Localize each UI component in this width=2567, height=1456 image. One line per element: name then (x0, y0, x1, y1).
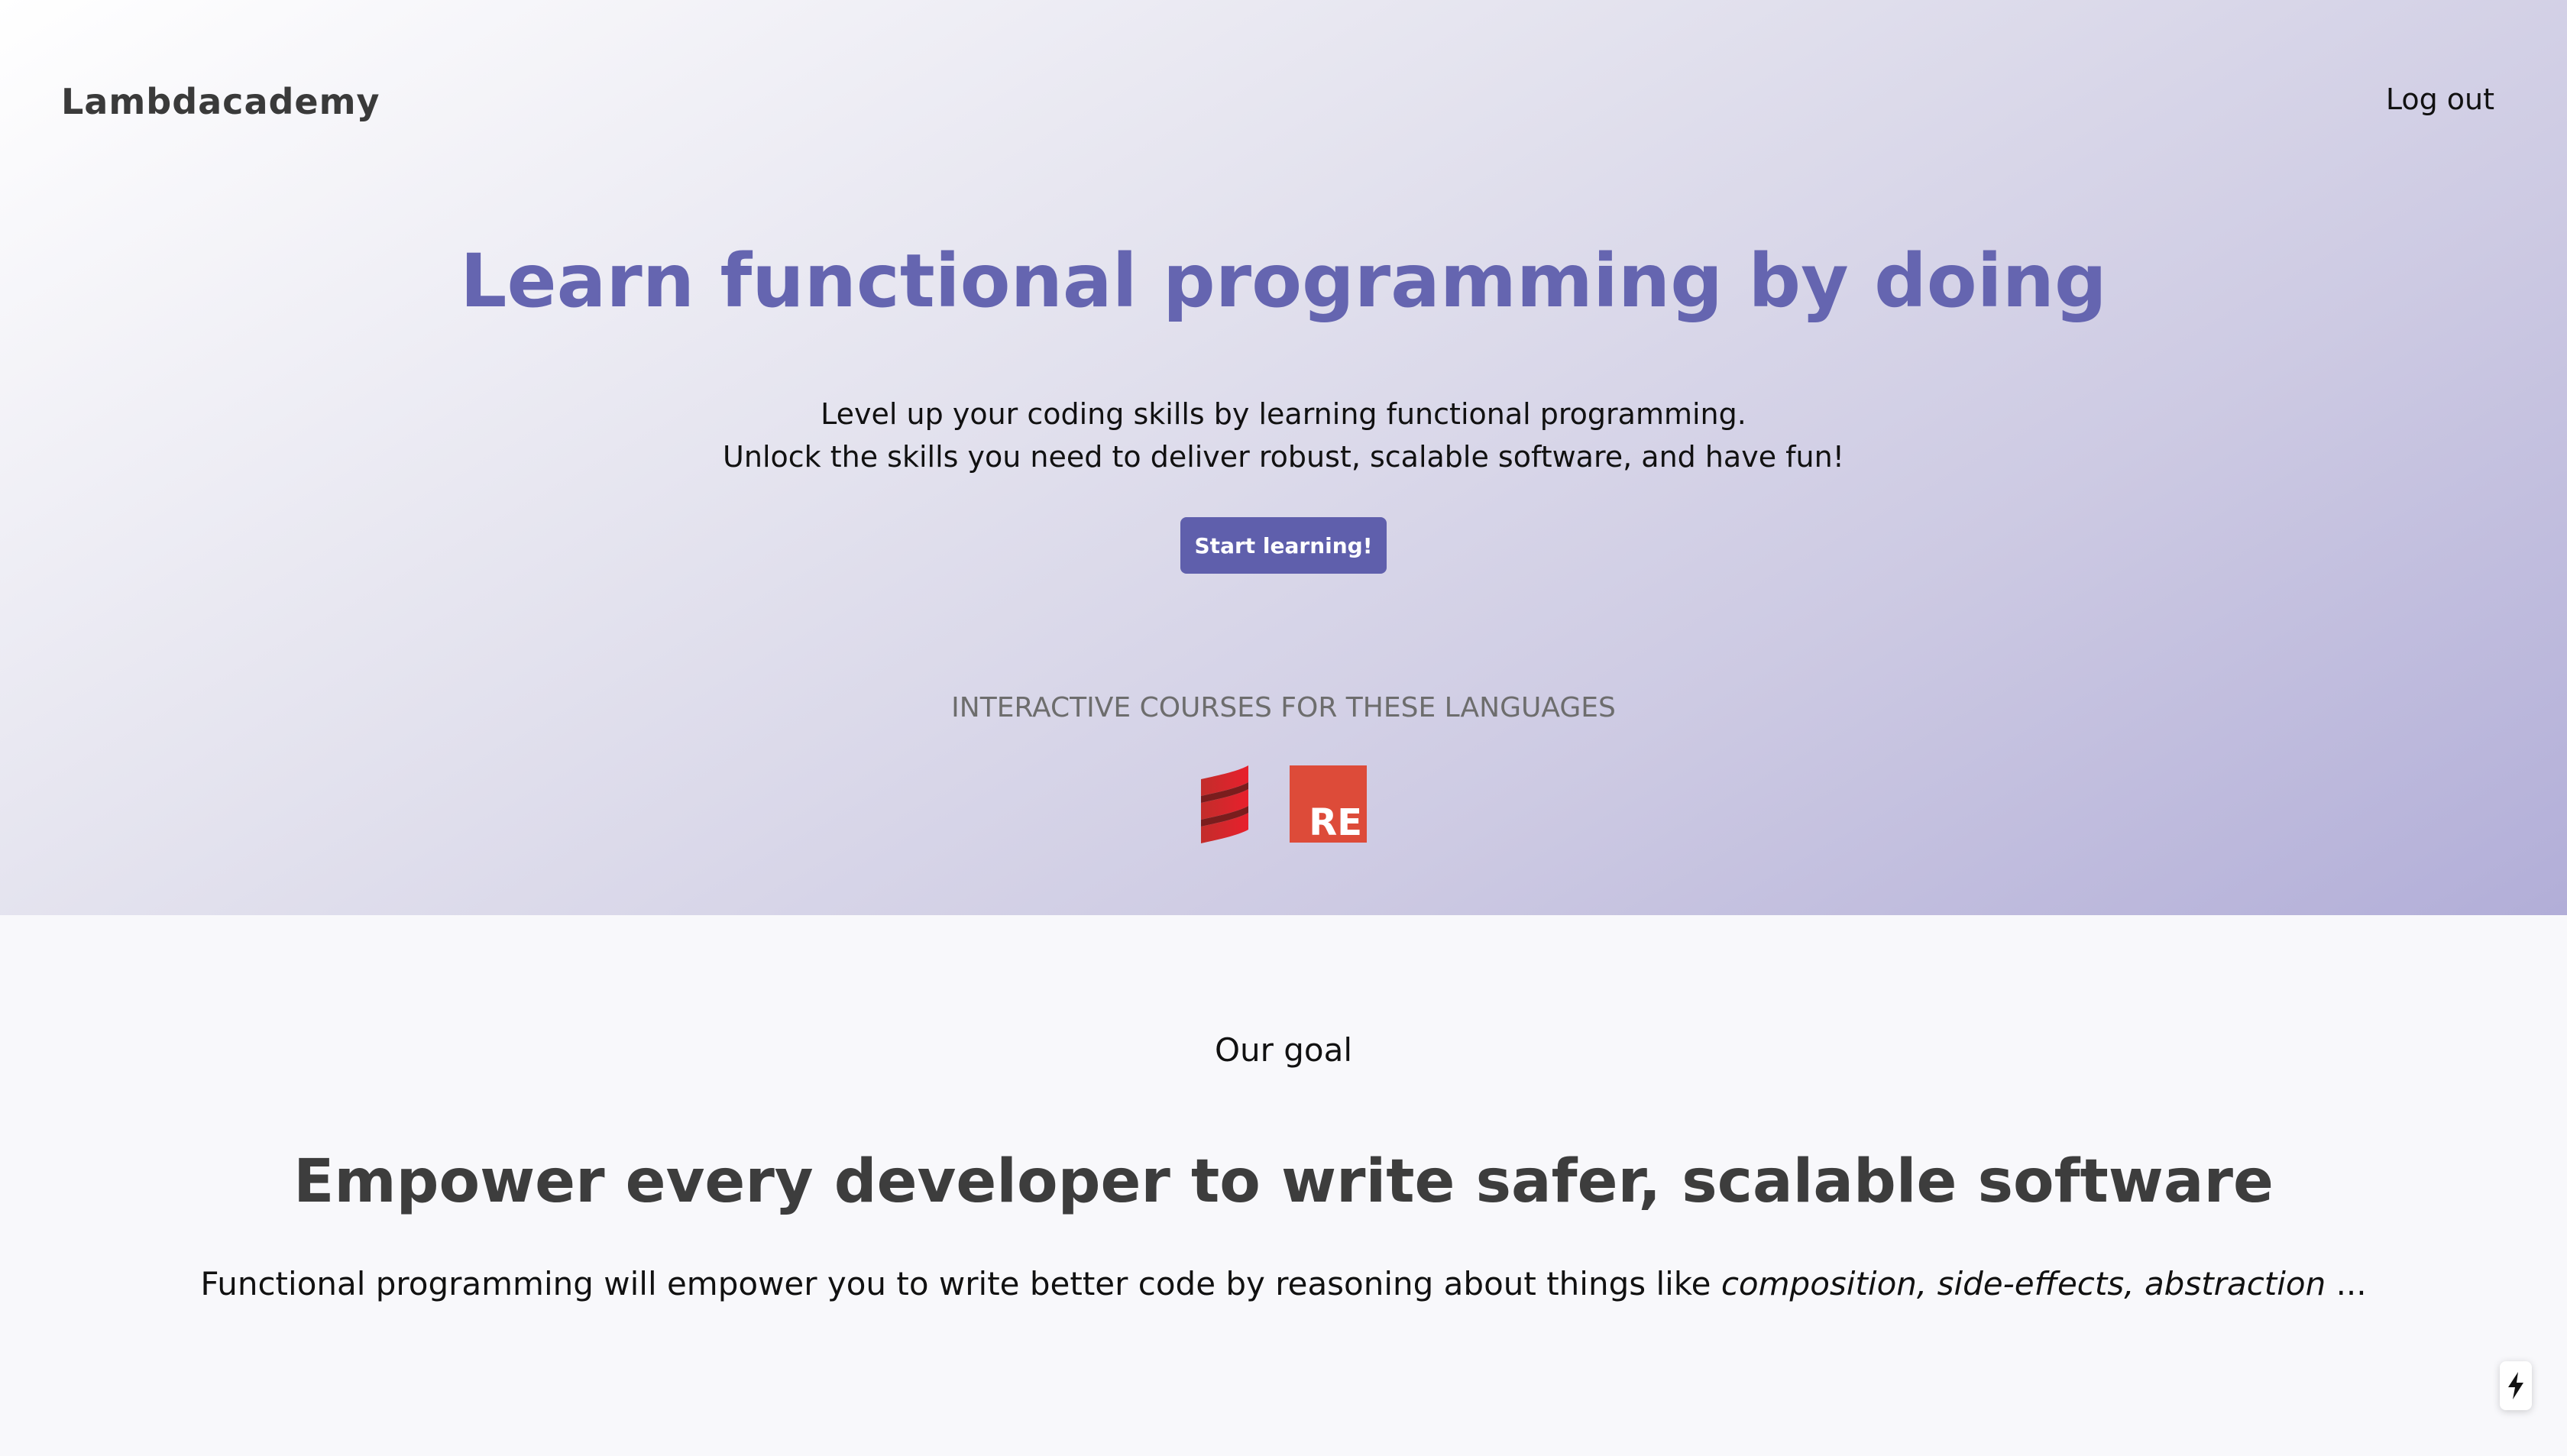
brand-logo[interactable]: Lambdacademy (61, 81, 380, 122)
goal-term-composition: composition (1721, 1265, 1917, 1302)
goal-title: Empower every developer to write safer, … (293, 1147, 2274, 1216)
languages-caption: INTERACTIVE COURSES FOR THESE LANGUAGES (951, 692, 1616, 723)
hero-title: Learn functional programming by doing (460, 238, 2107, 324)
hero-subtitle-line1: Level up your coding skills by learning … (821, 397, 1746, 431)
goal-text-suffix: ... (2326, 1265, 2367, 1302)
start-learning-button[interactable]: Start learning! (1180, 517, 1387, 574)
logout-link[interactable]: Log out (2386, 83, 2494, 116)
lightning-bolt-icon (2508, 1372, 2523, 1399)
goal-label: Our goal (1214, 1031, 1353, 1069)
hero-section: Lambdacademy Log out Learn functional pr… (0, 0, 2567, 915)
goal-description: Functional programming will empower you … (0, 1265, 2567, 1302)
reason-logo-text: RE (1309, 801, 1362, 844)
hero-subtitle-line2: Unlock the skills you need to deliver ro… (723, 440, 1844, 474)
goal-term-side-effects: side-effects (1937, 1265, 2125, 1302)
reason-logo-icon[interactable]: RE (1290, 765, 1367, 843)
scala-logo-icon[interactable] (1199, 764, 1250, 843)
goal-separator-2: , (2124, 1265, 2145, 1302)
goal-term-abstraction: abstraction (2144, 1265, 2326, 1302)
corner-widget-button[interactable] (2500, 1361, 2532, 1410)
goal-separator-1: , (1916, 1265, 1937, 1302)
goal-text-prefix: Functional programming will empower you … (200, 1265, 1721, 1302)
